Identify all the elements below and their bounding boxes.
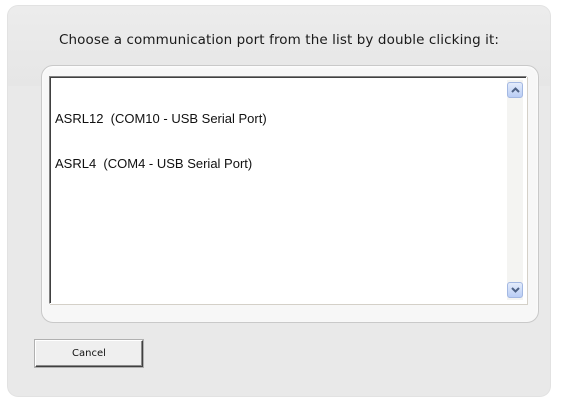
dialog-prompt: Choose a communication port from the lis… <box>58 32 500 48</box>
port-list-item[interactable]: ASRL12 (COM10 - USB Serial Port) <box>55 111 504 126</box>
port-list-item[interactable]: ASRL4 (COM4 - USB Serial Port) <box>55 156 504 171</box>
scroll-up-button[interactable] <box>507 82 523 98</box>
chevron-up-icon <box>511 87 520 93</box>
port-list: ASRL12 (COM10 - USB Serial Port) ASRL4 (… <box>55 81 504 201</box>
chevron-down-icon <box>511 287 520 293</box>
scroll-down-button[interactable] <box>507 282 523 298</box>
port-listbox[interactable]: ASRL12 (COM10 - USB Serial Port) ASRL4 (… <box>49 76 527 304</box>
vertical-scrollbar[interactable] <box>507 80 523 300</box>
cancel-button[interactable]: Cancel <box>35 340 143 367</box>
